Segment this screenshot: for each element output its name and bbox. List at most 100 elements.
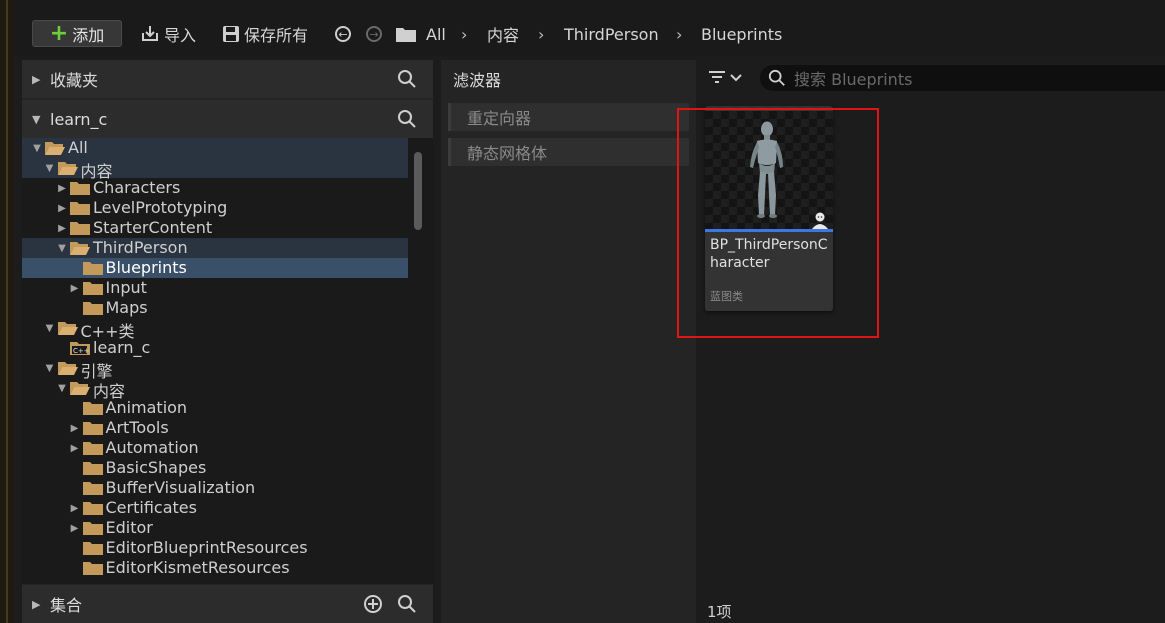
folder-open-icon <box>57 162 78 175</box>
expanded-arrow-icon[interactable]: ▼ <box>57 243 67 254</box>
plus-icon: + <box>49 20 69 46</box>
project-header[interactable]: ▼ learn_c <box>22 100 433 138</box>
tree-item[interactable]: C++ learn_c <box>22 338 408 358</box>
breadcrumb-thirdperson[interactable]: ThirdPerson <box>564 21 659 47</box>
tree-item[interactable]: ▶ Input <box>22 278 408 298</box>
tree-scrollbar[interactable] <box>414 152 422 230</box>
expanded-arrow-icon[interactable]: ▼ <box>57 383 67 394</box>
tree-item[interactable]: ▼ ThirdPerson <box>22 238 408 258</box>
tree-item[interactable]: EditorKismetResources <box>22 558 408 578</box>
save-icon <box>223 26 239 42</box>
tree-item[interactable]: BufferVisualization <box>22 478 408 498</box>
save-all-button[interactable]: 保存所有 <box>222 21 308 47</box>
import-label: 导入 <box>164 26 197 45</box>
tree-item[interactable]: ▼ C++类 <box>22 318 408 341</box>
filters-title: 滤波器 <box>453 71 502 90</box>
viewport-edge <box>0 0 14 623</box>
folder-open-icon <box>70 242 90 255</box>
tree-item-label: ArtTools <box>105 418 169 437</box>
forward-button[interactable]: → <box>366 21 382 47</box>
tree-item[interactable]: ▶ Characters <box>22 178 408 198</box>
breadcrumb-all[interactable]: All <box>426 21 446 47</box>
tree-item[interactable]: ▶ LevelPrototyping <box>22 198 408 218</box>
expanded-arrow-icon[interactable]: ▼ <box>32 143 42 154</box>
breadcrumb-content[interactable]: 内容 <box>487 21 519 47</box>
collections-header[interactable]: ▶ 集合 <box>22 585 433 623</box>
expanded-arrow-icon[interactable]: ▼ <box>45 323 55 334</box>
favorites-label: 收藏夹 <box>50 71 99 90</box>
tree-item-label: EditorKismetResources <box>105 558 290 577</box>
tree-item-label: learn_c <box>93 338 151 357</box>
collapsed-arrow-icon[interactable]: ▶ <box>70 283 80 294</box>
cpp-folder-icon: C++ <box>70 342 90 355</box>
collapsed-arrow-icon: ▶ <box>32 72 41 86</box>
folder-open-icon <box>57 322 78 335</box>
asset-search-input[interactable] <box>792 67 1156 91</box>
tree-item-label: ThirdPerson <box>93 238 188 257</box>
folder-icon <box>82 562 103 575</box>
breadcrumb-blueprints[interactable]: Blueprints <box>701 21 782 47</box>
folder-icon <box>82 402 103 415</box>
filter-lines-icon <box>709 71 725 83</box>
breadcrumb-chevron-icon[interactable]: › <box>461 21 467 47</box>
search-icon[interactable] <box>397 69 417 89</box>
collapsed-arrow-icon[interactable]: ▶ <box>57 183 67 194</box>
add-collection-icon[interactable] <box>363 594 383 614</box>
folder-open-icon <box>57 362 78 375</box>
expanded-arrow-icon[interactable]: ▼ <box>45 363 55 374</box>
tree-item[interactable]: ▼ 引擎 <box>22 358 408 381</box>
tree-item[interactable]: ▼ 内容 <box>22 378 408 401</box>
forward-arrow-icon: → <box>366 26 382 42</box>
project-label: learn_c <box>50 109 108 129</box>
breadcrumb-chevron-icon[interactable]: › <box>538 21 544 47</box>
search-icon[interactable] <box>397 594 417 614</box>
filter-dropdown-button[interactable] <box>708 69 742 85</box>
filters-header: 滤波器 <box>441 60 696 98</box>
sources-panel: ▶ 收藏夹 ▼ learn_c ▼ All ▼ 内容 ▶ Characters ▶ Level… <box>22 60 433 623</box>
tree-item-label: Animation <box>105 398 188 417</box>
import-button[interactable]: 导入 <box>140 21 196 47</box>
collapsed-arrow-icon[interactable]: ▶ <box>70 523 80 534</box>
tree-item[interactable]: ▶ StarterContent <box>22 218 408 238</box>
folder-tree: ▼ All ▼ 内容 ▶ Characters ▶ LevelPrototyping ▶ Star… <box>22 138 433 584</box>
collapsed-arrow-icon[interactable]: ▶ <box>57 223 67 234</box>
collapsed-arrow-icon[interactable]: ▶ <box>70 503 80 514</box>
tree-item[interactable]: ▼ 内容 <box>22 158 408 181</box>
tree-item[interactable]: ▶ Certificates <box>22 498 408 518</box>
tree-item[interactable]: ▶ ArtTools <box>22 418 408 438</box>
tree-item[interactable]: Blueprints <box>22 258 408 278</box>
save-all-label: 保存所有 <box>244 26 309 45</box>
tree-item[interactable]: Maps <box>22 298 408 318</box>
tree-item-label: StarterContent <box>93 218 213 237</box>
tree-item[interactable]: EditorBlueprintResources <box>22 538 408 558</box>
collapsed-arrow-icon[interactable]: ▶ <box>57 203 67 214</box>
folder-icon <box>82 262 103 275</box>
tree-item[interactable]: Animation <box>22 398 408 418</box>
tree-item-label: LevelPrototyping <box>93 198 228 217</box>
tree-item-label: BufferVisualization <box>105 478 256 497</box>
breadcrumb-chevron-icon[interactable]: › <box>676 21 682 47</box>
tree-item[interactable]: ▶ Editor <box>22 518 408 538</box>
expanded-arrow-icon[interactable]: ▼ <box>45 163 55 174</box>
filter-redirectors[interactable]: 重定向器 <box>448 103 689 131</box>
tree-item[interactable]: ▼ All <box>22 138 408 158</box>
tree-item[interactable]: BasicShapes <box>22 458 408 478</box>
collapsed-arrow-icon[interactable]: ▶ <box>70 423 80 434</box>
window-top-edge <box>14 0 1165 12</box>
back-button[interactable]: ← <box>335 21 351 47</box>
collections-label: 集合 <box>50 596 83 615</box>
tree-item-label: All <box>68 138 88 157</box>
add-button[interactable]: + 添加 <box>32 20 122 47</box>
filter-static-mesh[interactable]: 静态网格体 <box>448 138 689 166</box>
folder-icon <box>82 522 103 535</box>
collapsed-arrow-icon[interactable]: ▶ <box>70 443 80 454</box>
search-icon[interactable] <box>397 109 417 129</box>
folder-icon <box>70 202 90 215</box>
add-button-label: 添加 <box>72 25 105 45</box>
tree-item[interactable]: ▶ Automation <box>22 438 408 458</box>
import-icon <box>142 26 158 41</box>
asset-search-box <box>760 65 1165 91</box>
folder-icon <box>82 542 103 555</box>
folder-icon <box>70 222 90 235</box>
favorites-header[interactable]: ▶ 收藏夹 <box>22 60 433 98</box>
